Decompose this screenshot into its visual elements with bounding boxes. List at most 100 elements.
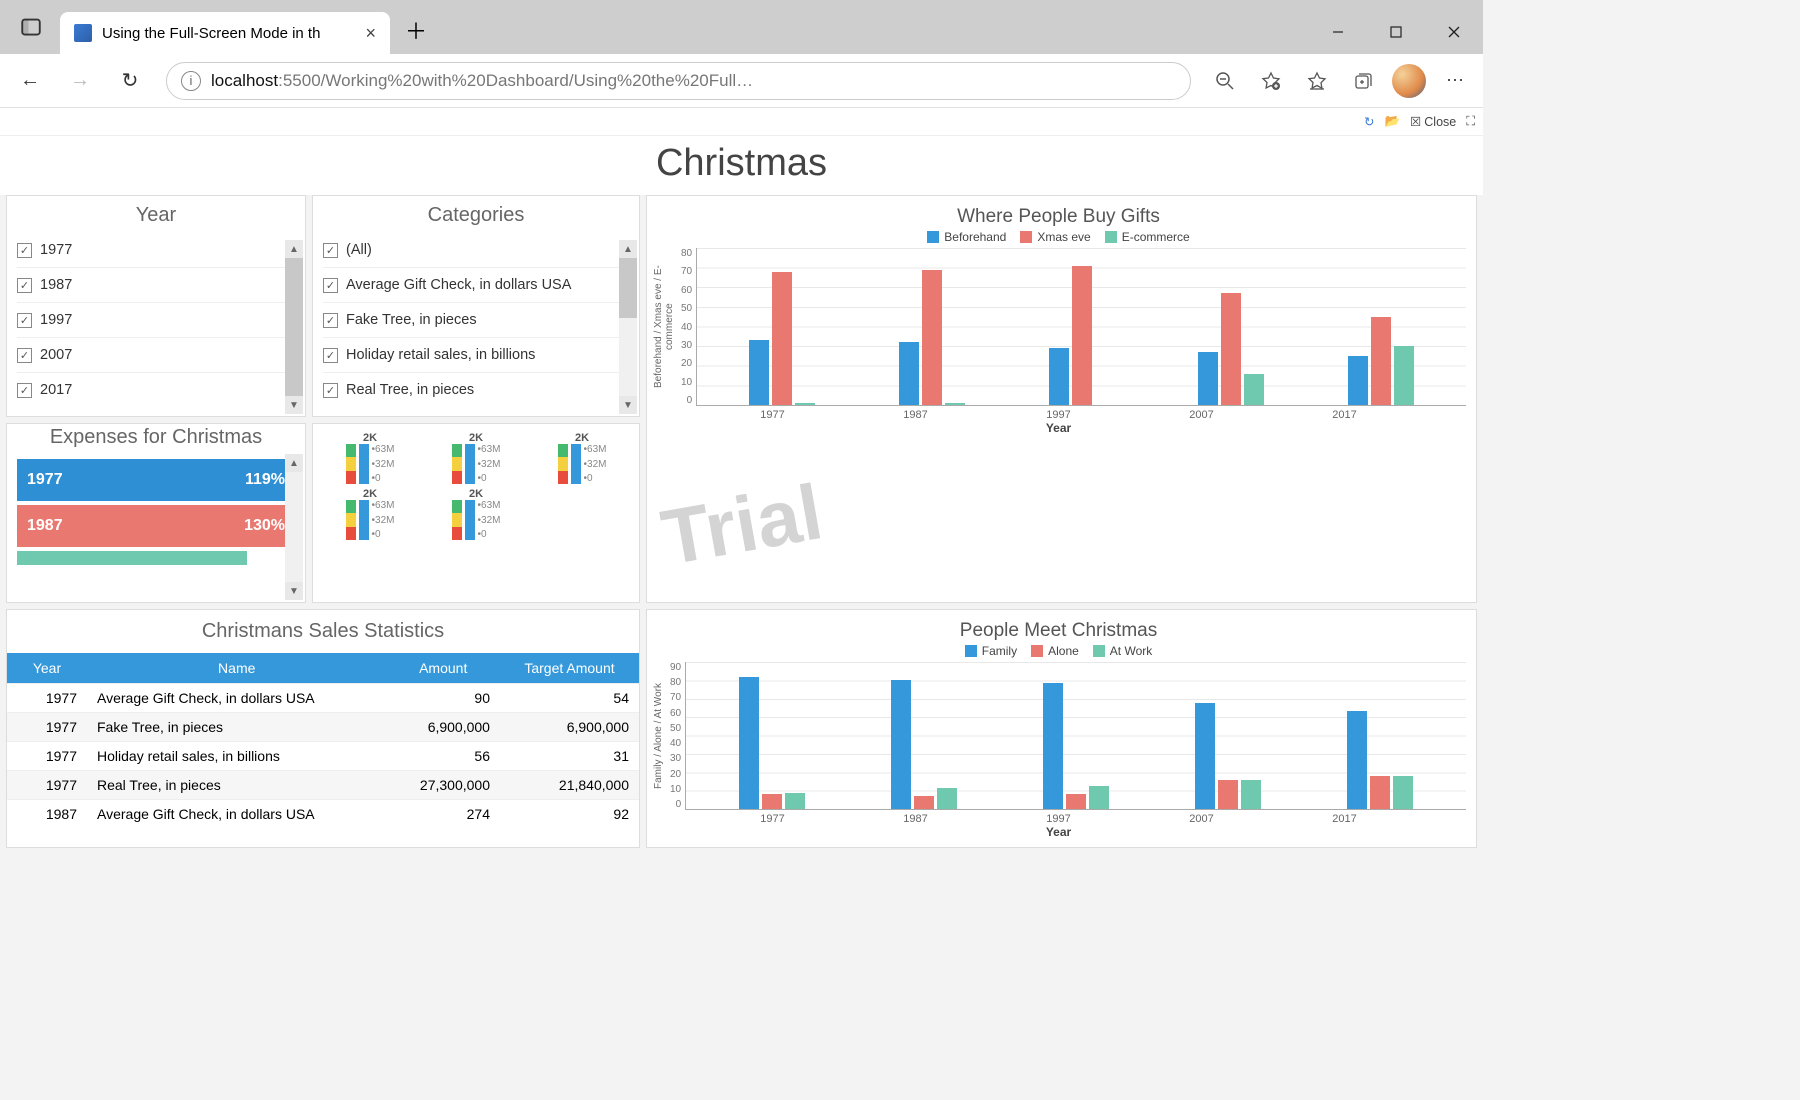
- bar[interactable]: [749, 340, 769, 405]
- table-header[interactable]: Name: [87, 653, 386, 684]
- table-row[interactable]: 1977Holiday retail sales, in billions563…: [7, 742, 639, 771]
- bar[interactable]: [1393, 776, 1413, 809]
- bar[interactable]: [922, 270, 942, 405]
- bar[interactable]: [1394, 346, 1414, 405]
- checkbox-icon[interactable]: ✓: [323, 383, 338, 398]
- cell-amount: 6,900,000: [386, 713, 500, 742]
- table-header[interactable]: Target Amount: [500, 653, 639, 684]
- checkbox-icon[interactable]: ✓: [17, 348, 32, 363]
- bar[interactable]: [914, 796, 934, 809]
- scrollbar[interactable]: ▲ ▼: [285, 454, 303, 600]
- checkbox-icon[interactable]: ✓: [323, 313, 338, 328]
- bar[interactable]: [945, 403, 965, 405]
- year-checkbox-row[interactable]: ✓1997: [17, 302, 295, 337]
- bar[interactable]: [1066, 794, 1086, 809]
- year-checkbox-row[interactable]: ✓2017: [17, 372, 295, 407]
- table-row[interactable]: 1977Average Gift Check, in dollars USA90…: [7, 684, 639, 713]
- checkbox-icon[interactable]: ✓: [323, 278, 338, 293]
- scroll-thumb[interactable]: [619, 258, 637, 318]
- bar[interactable]: [739, 677, 759, 809]
- year-checkbox-row[interactable]: ✓1977: [17, 233, 295, 267]
- category-checkbox-row[interactable]: ✓Average Gift Check, in dollars USA: [323, 267, 629, 302]
- maximize-button[interactable]: [1367, 10, 1425, 54]
- bar[interactable]: [772, 272, 792, 405]
- checkbox-icon[interactable]: ✓: [17, 278, 32, 293]
- checkbox-icon[interactable]: ✓: [17, 313, 32, 328]
- scroll-down-icon[interactable]: ▼: [285, 396, 303, 414]
- bar[interactable]: [937, 788, 957, 809]
- bar[interactable]: [1198, 352, 1218, 405]
- checkbox-icon[interactable]: ✓: [17, 383, 32, 398]
- bar[interactable]: [1072, 266, 1092, 405]
- address-bar[interactable]: i localhost:5500/Working%20with%20Dashbo…: [166, 62, 1191, 100]
- checkbox-icon[interactable]: ✓: [323, 243, 338, 258]
- fullscreen-button[interactable]: ⛶: [1466, 114, 1475, 129]
- table-header[interactable]: Amount: [386, 653, 500, 684]
- bar[interactable]: [1089, 786, 1109, 809]
- bar[interactable]: [1371, 317, 1391, 405]
- refresh-dashboard-button[interactable]: ↻: [1364, 114, 1374, 129]
- category-checkbox-row[interactable]: ✓(All): [323, 233, 629, 267]
- zoom-out-icon[interactable]: [1205, 61, 1245, 101]
- bar[interactable]: [785, 793, 805, 809]
- expense-row[interactable]: 1987130%: [17, 505, 295, 547]
- browser-tab[interactable]: Using the Full-Screen Mode in th ×: [60, 12, 390, 54]
- close-dashboard-button[interactable]: ☒Close: [1410, 114, 1456, 129]
- year-checkbox-row[interactable]: ✓ 2007: [17, 337, 295, 372]
- year-label: 2007: [40, 347, 72, 363]
- panel-title: Christmans Sales Statistics: [7, 610, 639, 653]
- table-row[interactable]: 1977Fake Tree, in pieces6,900,0006,900,0…: [7, 713, 639, 742]
- scrollbar[interactable]: ▲ ▼: [285, 240, 303, 414]
- scroll-down-icon[interactable]: ▼: [619, 396, 637, 414]
- bar[interactable]: [762, 794, 782, 809]
- bar[interactable]: [1370, 776, 1390, 809]
- category-checkbox-row[interactable]: ✓Holiday retail sales, in billions: [323, 337, 629, 372]
- bar[interactable]: [1221, 293, 1241, 405]
- year-checkbox-row[interactable]: ✓1987: [17, 267, 295, 302]
- close-tab-button[interactable]: ×: [365, 23, 376, 44]
- checkbox-icon[interactable]: ✓: [17, 243, 32, 258]
- chart-plot-area[interactable]: [685, 662, 1466, 810]
- more-button[interactable]: ⋯: [1435, 61, 1475, 101]
- bar[interactable]: [1043, 683, 1063, 809]
- favorites-icon[interactable]: [1297, 61, 1337, 101]
- cell-amount: 27,300,000: [386, 771, 500, 800]
- checkbox-icon[interactable]: ✓: [323, 348, 338, 363]
- table-row[interactable]: 1977Real Tree, in pieces27,300,00021,840…: [7, 771, 639, 800]
- refresh-button[interactable]: ↻: [108, 59, 152, 103]
- scroll-up-icon[interactable]: ▲: [619, 240, 637, 258]
- expense-row[interactable]: 1977119%: [17, 459, 295, 501]
- back-button[interactable]: ←: [8, 59, 52, 103]
- open-dashboard-button[interactable]: 📂: [1384, 114, 1400, 129]
- bar[interactable]: [899, 342, 919, 405]
- collections-icon[interactable]: [1343, 61, 1383, 101]
- scroll-up-icon[interactable]: ▲: [285, 454, 303, 472]
- bar[interactable]: [1241, 780, 1261, 809]
- scroll-up-icon[interactable]: ▲: [285, 240, 303, 258]
- close-window-button[interactable]: [1425, 10, 1483, 54]
- tab-actions-icon[interactable]: [10, 6, 52, 48]
- bar[interactable]: [891, 680, 911, 809]
- profile-avatar[interactable]: [1389, 61, 1429, 101]
- y-axis-title: Family / Alone / At Work: [651, 662, 666, 810]
- category-checkbox-row[interactable]: ✓Real Tree, in pieces: [323, 372, 629, 407]
- bar[interactable]: [1348, 356, 1368, 405]
- bar[interactable]: [795, 403, 815, 405]
- site-info-icon[interactable]: i: [181, 71, 201, 91]
- bar[interactable]: [1195, 703, 1215, 809]
- new-tab-button[interactable]: ＋: [396, 10, 436, 50]
- category-checkbox-row[interactable]: ✓Fake Tree, in pieces: [323, 302, 629, 337]
- forward-button[interactable]: →: [58, 59, 102, 103]
- favorite-add-icon[interactable]: [1251, 61, 1291, 101]
- chart-plot-area[interactable]: [696, 248, 1466, 406]
- minimize-button[interactable]: [1309, 10, 1367, 54]
- bar[interactable]: [1049, 348, 1069, 405]
- scroll-thumb[interactable]: [285, 258, 303, 396]
- bar[interactable]: [1218, 780, 1238, 809]
- scrollbar[interactable]: ▲ ▼: [619, 240, 637, 414]
- bar[interactable]: [1347, 711, 1367, 809]
- table-header[interactable]: Year: [7, 653, 87, 684]
- scroll-down-icon[interactable]: ▼: [285, 582, 303, 600]
- bar[interactable]: [1244, 374, 1264, 405]
- table-row[interactable]: 1987Average Gift Check, in dollars USA27…: [7, 800, 639, 829]
